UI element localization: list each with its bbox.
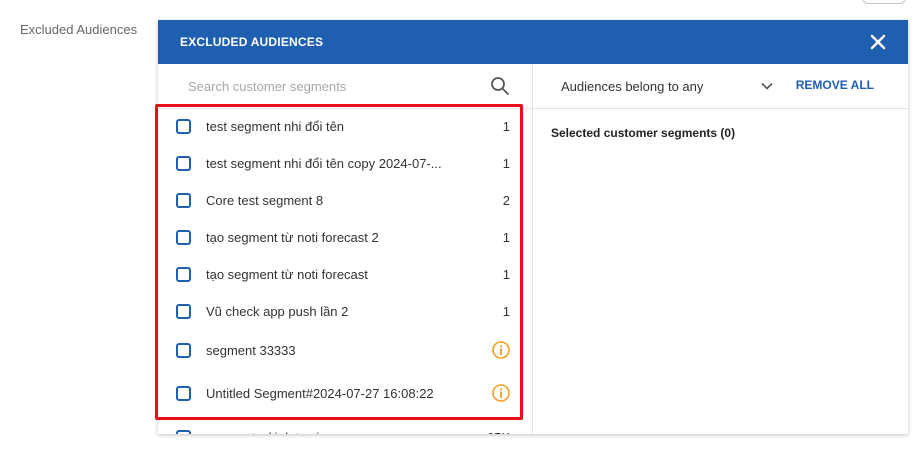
excluded-audiences-label: Excluded Audiences (20, 22, 138, 37)
segment-name: tạo segment từ noti forecast 2 (206, 229, 379, 245)
search-input[interactable] (186, 77, 504, 95)
segment-count: 1 (502, 303, 510, 319)
close-icon[interactable] (870, 34, 886, 50)
segment-count: 1 (502, 155, 510, 171)
segment-name: Untitled Segment#2024-07-27 16:08:22 (206, 385, 434, 401)
modal-header: EXCLUDED AUDIENCES (158, 20, 908, 64)
segment-row[interactable]: tạo segment từ noti forecast 2 1 (158, 222, 532, 252)
segment-name: Vũ check app push lần 2 (206, 303, 349, 319)
segment-row[interactable]: segment 33333 (158, 335, 532, 365)
segment-count: 1 (502, 266, 510, 282)
info-icon[interactable] (492, 341, 510, 359)
segment-count: 2 (502, 192, 510, 208)
segment-checkbox[interactable] (176, 118, 191, 134)
audience-mode-select[interactable]: Audiences belong to any (561, 79, 703, 94)
segment-row[interactable]: tạo segment từ noti forecast 1 (158, 259, 532, 289)
modal-title: EXCLUDED AUDIENCES (180, 35, 324, 49)
audience-controls: Audiences belong to any REMOVE ALL (533, 64, 908, 109)
segment-row[interactable]: segment với data view 65K (158, 422, 532, 434)
segment-checkbox[interactable] (176, 192, 191, 208)
segment-count: 1 (502, 118, 510, 134)
segment-name: Core test segment 8 (206, 192, 324, 208)
segment-row[interactable]: test segment nhi đổi tên 1 (158, 111, 532, 141)
chevron-down-icon[interactable] (761, 80, 773, 92)
segment-checkbox[interactable] (176, 266, 191, 282)
segment-name: segment 33333 (206, 342, 296, 358)
excluded-audiences-modal: EXCLUDED AUDIENCES test segment nhi đổi … (158, 20, 908, 434)
modal-body: test segment nhi đổi tên1test segment nh… (158, 64, 908, 434)
segment-name: tạo segment từ noti forecast (206, 266, 368, 282)
remove-all-button[interactable]: REMOVE ALL (796, 78, 874, 92)
segment-checkbox[interactable] (176, 429, 191, 434)
selected-segments-title: Selected customer segments (0) (551, 126, 736, 140)
segment-checkbox[interactable] (176, 342, 191, 358)
segment-checkbox[interactable] (176, 303, 191, 319)
segment-list[interactable]: test segment nhi đổi tên 1 test segment nh… (158, 108, 532, 434)
search-icon[interactable] (490, 76, 510, 96)
selected-segments-pane: Audiences belong to any REMOVE ALL Selec… (533, 64, 908, 434)
segment-count: 1 (502, 229, 510, 245)
segment-checkbox[interactable] (176, 155, 191, 171)
segment-name: segment với data view (206, 430, 336, 435)
segment-name: test segment nhi đổi tên (206, 118, 345, 134)
segment-row[interactable]: Untitled Segment#2024-07-27 16:08:22 (158, 378, 532, 408)
segment-checkbox[interactable] (176, 229, 191, 245)
segment-row[interactable]: test segment nhi đổi tên copy 2024-07-..… (158, 148, 532, 178)
info-icon[interactable] (492, 384, 510, 402)
segment-row[interactable]: Core test segment 8 2 (158, 185, 532, 215)
search-bar (158, 64, 532, 109)
segment-name: test segment nhi đổi tên copy 2024-07-..… (206, 155, 442, 171)
segment-picker-pane: test segment nhi đổi tên1test segment nh… (158, 64, 533, 434)
field-control-edge (862, 0, 906, 4)
segment-count: 65K (487, 430, 510, 435)
segment-row[interactable]: Vũ check app push lần 2 1 (158, 296, 532, 326)
segment-checkbox[interactable] (176, 385, 191, 401)
